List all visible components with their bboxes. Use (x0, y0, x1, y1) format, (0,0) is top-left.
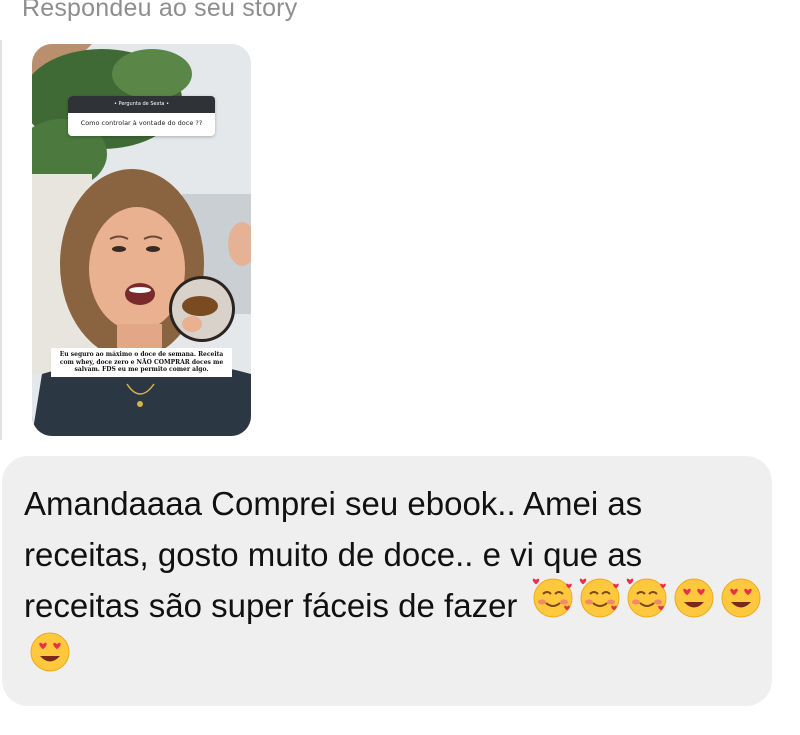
smiling-face-with-hearts-emoji-icon (532, 577, 574, 633)
story-preview-card[interactable]: • Pergunta de Sexta • Como controlar à v… (32, 44, 251, 436)
heart-eyes-emoji-icon (720, 577, 762, 633)
smiling-face-with-hearts-emoji-icon (579, 577, 621, 633)
smiling-face-with-hearts-emoji-icon (626, 577, 668, 633)
question-header: • Pergunta de Sexta • (68, 96, 215, 113)
reply-divider-line (0, 40, 2, 440)
story-question-box: • Pergunta de Sexta • Como controlar à v… (68, 96, 215, 136)
story-answer-text: Eu seguro ao máximo o doce de semana. Re… (51, 348, 232, 377)
message-text-block: Amandaaaa Comprei seu ebook.. Amei as re… (24, 478, 764, 687)
story-reply-label: Respondeu ao seu story (22, 0, 298, 22)
heart-eyes-emoji-icon (673, 577, 715, 633)
question-text: Como controlar à vontade do doce ?? (80, 119, 203, 127)
heart-eyes-emoji-icon (29, 631, 71, 687)
